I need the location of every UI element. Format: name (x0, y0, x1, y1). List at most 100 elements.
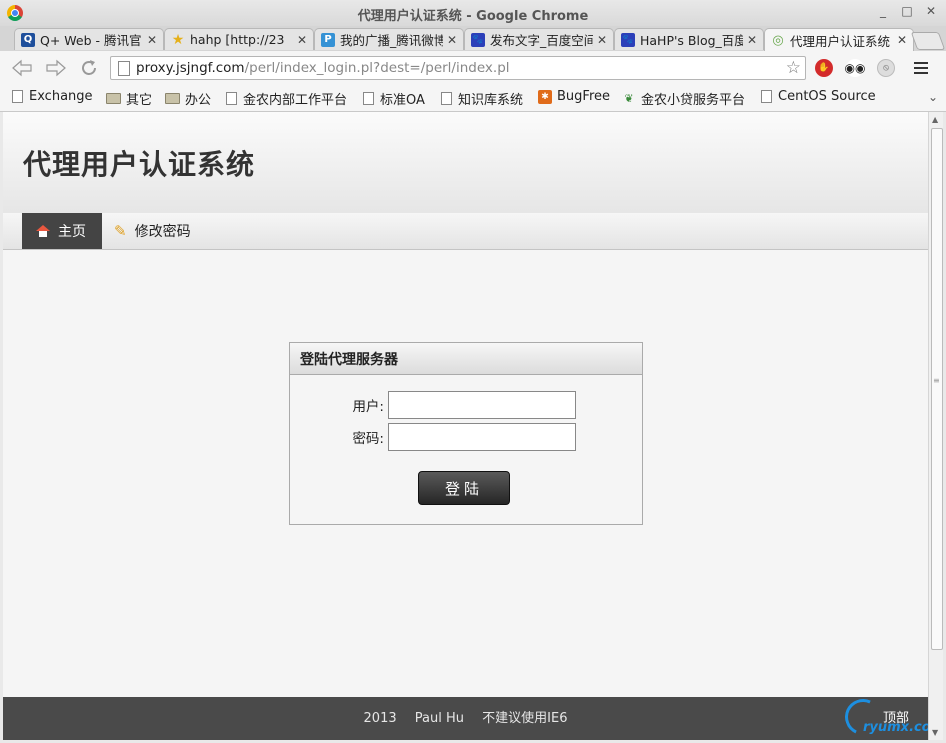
page-icon (363, 92, 374, 105)
tab-label: HaHP's Blog_百度 (640, 33, 743, 48)
tab-label: hahp [http://23 (190, 32, 285, 47)
tab-tencent-weibo[interactable]: P 我的广播_腾讯微博 ✕ (314, 28, 464, 50)
reload-icon (82, 60, 96, 75)
disabled-extension-icon[interactable]: ⦸ (877, 59, 895, 77)
bookmark-folder-other[interactable]: 其它 (106, 89, 152, 108)
folder-icon (165, 93, 180, 104)
bookmark-knowledge-base[interactable]: 知识库系统 (441, 89, 523, 108)
footer-note: 不建议使用IE6 (482, 711, 568, 726)
new-tab-button[interactable] (910, 32, 946, 50)
tab-hahp-blog[interactable]: 🐾 HaHP's Blog_百度 ✕ (614, 28, 764, 50)
url-path: /perl/index_login.pl?dest=/perl/index.pl (244, 60, 510, 76)
home-icon (36, 225, 50, 237)
back-button[interactable] (10, 57, 34, 79)
tab-qq-web[interactable]: Q Q+ Web - 腾讯官 ✕ (14, 28, 164, 50)
tab-close-icon[interactable]: ✕ (747, 33, 757, 47)
forward-button[interactable] (44, 57, 68, 79)
folder-icon (106, 93, 121, 104)
url-host: proxy.jsjngf.com (136, 60, 245, 76)
nav-home-label: 主页 (58, 224, 86, 240)
tab-label: 发布文字_百度空间 (490, 33, 593, 48)
maximize-button[interactable]: □ (900, 4, 914, 18)
site-title: 代理用户认证系统 (23, 148, 256, 181)
adblock-icon[interactable]: ✋ (815, 59, 833, 77)
close-window-button[interactable]: ✕ (924, 4, 938, 18)
tab-close-icon[interactable]: ✕ (597, 33, 607, 47)
tab-strip: Q Q+ Web - 腾讯官 ✕ ★ hahp [http://23 ✕ P 我… (0, 26, 946, 51)
footer-text: 2013 Paul Hu 不建议使用IE6 (3, 707, 928, 726)
back-arrow-icon (12, 59, 32, 77)
tab-close-icon[interactable]: ✕ (897, 33, 907, 47)
nav-change-password[interactable]: ✎ 修改密码 (100, 213, 205, 249)
bookmark-label: CentOS Source (778, 89, 876, 104)
site-header: 代理用户认证系统 (3, 112, 928, 214)
pencil-icon: ✎ (114, 222, 127, 240)
bookmark-label: 金农小贷服务平台 (641, 93, 746, 108)
window-title: 代理用户认证系统 - Google Chrome (357, 9, 589, 24)
bookmark-label: 标准OA (380, 93, 425, 108)
login-panel: 登陆代理服务器 用户: 密码: 登陆 (289, 342, 643, 525)
tab-close-icon[interactable]: ✕ (297, 33, 307, 47)
window-controls: _ □ ✕ (876, 4, 938, 18)
site-navbar: 主页 ✎ 修改密码 (3, 213, 928, 250)
bookmark-centos-source[interactable]: CentOS Source (761, 89, 876, 104)
scroll-down-arrow-icon[interactable]: ▼ (932, 728, 938, 737)
tab-hahp[interactable]: ★ hahp [http://23 ✕ (164, 28, 314, 50)
footer-year: 2013 (363, 711, 397, 726)
leaf-icon: ❦ (624, 92, 634, 105)
tab-baidu-space[interactable]: 🐾 发布文字_百度空间 ✕ (464, 28, 614, 50)
bookmark-label: 其它 (126, 93, 153, 108)
bookmark-label: 办公 (185, 93, 212, 108)
bookmark-star-icon[interactable]: ☆ (786, 58, 801, 78)
login-heading: 登陆代理服务器 (290, 343, 642, 375)
password-label: 密码: (352, 431, 384, 447)
qq-favicon-icon: Q (21, 32, 35, 47)
page-viewport: 代理用户认证系统 主页 ✎ 修改密码 登陆代理服务器 用户: 密码: 登陆 20… (3, 112, 928, 740)
tab-label: 代理用户认证系统 (790, 33, 891, 49)
window-titlebar: 代理用户认证系统 - Google Chrome _ □ ✕ (0, 0, 946, 27)
tab-proxy-auth[interactable]: ◎ 代理用户认证系统 ✕ (764, 28, 914, 51)
bookmark-internal-platform[interactable]: 金农内部工作平台 (226, 89, 347, 108)
weibo-favicon-icon: P (321, 32, 335, 47)
scrollbar-thumb[interactable] (931, 128, 943, 650)
chrome-menu-icon[interactable] (914, 62, 928, 74)
forward-arrow-icon (46, 59, 66, 77)
login-button[interactable]: 登陆 (418, 471, 510, 505)
password-row: 密码: (340, 423, 576, 451)
user-input[interactable] (388, 391, 576, 419)
bookmark-bugfree[interactable]: ✱ BugFree (538, 89, 610, 104)
bookmarks-overflow-chevron-icon[interactable]: ⌄ (928, 90, 938, 104)
minimize-button[interactable]: _ (876, 4, 890, 18)
reload-button[interactable] (77, 57, 101, 79)
page-icon (441, 92, 452, 105)
page-icon (761, 90, 772, 103)
bookmark-loan-platform[interactable]: ❦ 金农小贷服务平台 (622, 89, 745, 108)
bookmark-folder-office[interactable]: 办公 (165, 89, 211, 108)
bookmark-label: 知识库系统 (458, 93, 524, 108)
tab-label: Q+ Web - 腾讯官 (40, 33, 142, 48)
bookmarks-bar: Exchange 其它 办公 金农内部工作平台 标准OA 知识库系统 ✱ BugF… (0, 85, 946, 112)
incognito-mask-icon[interactable]: ◉◉ (845, 59, 865, 77)
page-icon (118, 60, 130, 76)
tab-label: 我的广播_腾讯微博 (340, 33, 443, 48)
password-input[interactable] (388, 423, 576, 451)
user-label: 用户: (352, 399, 384, 415)
baidu-paw-icon: 🐾 (471, 32, 485, 47)
page-scrollbar[interactable]: ▲ ≡ ▼ (928, 112, 943, 740)
proxy-favicon-icon: ◎ (772, 32, 784, 48)
page-icon (12, 90, 23, 103)
scroll-up-arrow-icon[interactable]: ▲ (932, 115, 938, 124)
tab-close-icon[interactable]: ✕ (447, 33, 457, 47)
bookmark-exchange[interactable]: Exchange (12, 89, 93, 104)
bookmark-standard-oa[interactable]: 标准OA (363, 89, 425, 108)
site-footer: 2013 Paul Hu 不建议使用IE6 顶部 (3, 697, 928, 740)
browser-toolbar: proxy.jsjngf.com/perl/index_login.pl?des… (0, 51, 946, 85)
address-bar[interactable]: proxy.jsjngf.com/perl/index_login.pl?des… (110, 56, 806, 80)
url-text: proxy.jsjngf.com/perl/index_login.pl?des… (136, 60, 510, 76)
scrollbar-grip-icon: ≡ (933, 376, 940, 385)
watermark-logo: ryumx.com (839, 693, 928, 740)
tab-close-icon[interactable]: ✕ (147, 33, 157, 47)
nav-home[interactable]: 主页 (22, 213, 102, 249)
footer-author: Paul Hu (414, 711, 464, 726)
user-row: 用户: (340, 391, 576, 419)
